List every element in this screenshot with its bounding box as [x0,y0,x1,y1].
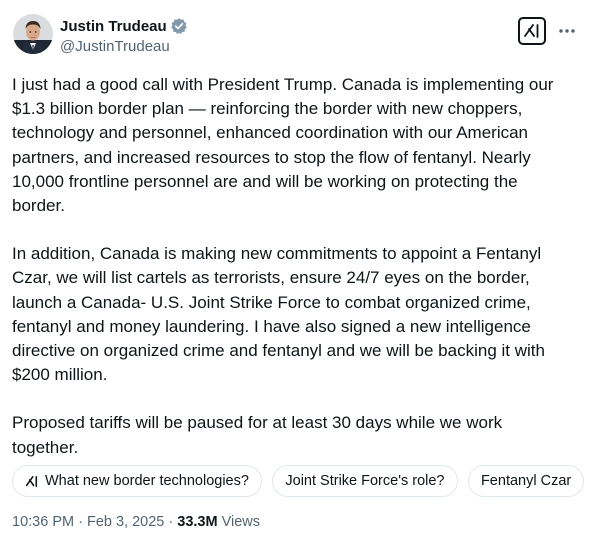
author-names: Justin Trudeau @JustinTrudeau [60,16,188,55]
tweet-date[interactable]: Feb 3, 2025 [87,514,164,530]
tweet-time[interactable]: 10:36 PM [12,514,74,530]
display-name[interactable]: Justin Trudeau [60,18,167,35]
suggestion-chip-border-tech[interactable]: What new border technologies? [12,465,262,497]
more-button[interactable] [556,20,578,42]
tweet-paragraph: I just had a good call with President Tr… [12,75,554,216]
meta-separator: · [164,514,178,530]
grok-icon [524,24,539,38]
profile-photo-icon [13,14,53,54]
suggestion-label: Joint Strike Force's role? [285,473,445,489]
name-row: Justin Trudeau [60,16,188,36]
tweet-text: I just had a good call with President Tr… [12,73,580,460]
views-count: 33.3M [177,514,218,530]
meta-separator: · [74,514,87,530]
verified-badge-icon[interactable] [170,17,188,35]
tweet-card: Justin Trudeau @JustinTrudeau I just had… [0,0,590,540]
author-handle[interactable]: @JustinTrudeau [60,38,188,55]
grok-button[interactable] [518,17,546,45]
views-label: Views [217,514,261,530]
tweet-header: Justin Trudeau @JustinTrudeau [0,12,590,58]
tweet-paragraph: In addition, Canada is making new commit… [12,244,545,385]
tweet-paragraph: Proposed tariffs will be paused for at l… [12,413,503,457]
tweet-meta: 10:36 PM · Feb 3, 2025 · 33.3M Views [12,514,260,530]
suggestion-chip-fentanyl-czar[interactable]: Fentanyl Czar [467,465,585,497]
grok-icon [25,475,39,488]
suggestion-label: What new border technologies? [45,473,249,489]
avatar[interactable] [13,14,53,54]
suggestion-chip-strike-force[interactable]: Joint Strike Force's role? [272,465,458,497]
more-icon [559,29,575,33]
grok-suggestions: What new border technologies? Joint Stri… [12,465,590,499]
suggestion-label: Fentanyl Czar [480,473,572,489]
